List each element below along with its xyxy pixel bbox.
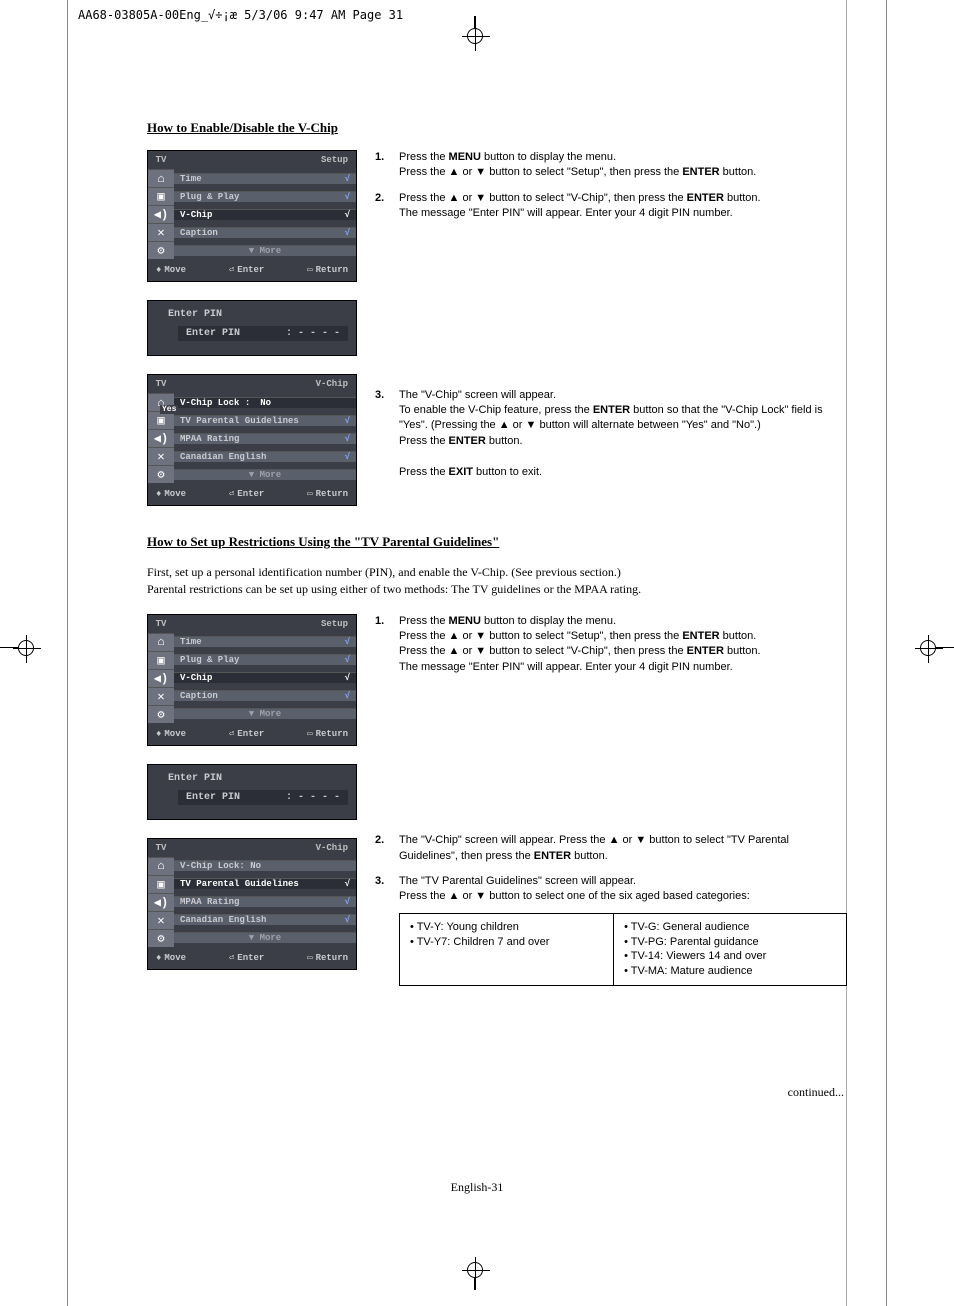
osd-icon: ▣: [148, 651, 174, 669]
osd-icon: ⚙: [148, 929, 174, 947]
osd-item-mpaa: MPAA Rating√: [174, 433, 356, 444]
osd-icon: ⚙: [148, 465, 174, 483]
osd-item-plugplay: Plug & Play√: [174, 191, 356, 202]
step-1: 1. Press the MENU button to display the …: [375, 614, 847, 676]
osd-item-vchip-lock: V-Chip Lock :NoYes: [174, 397, 356, 408]
rating-tvma: • TV-MA: Mature audience: [624, 964, 836, 979]
osd-item-vchip-lock: V-Chip Lock: No: [174, 860, 356, 871]
osd-title: Setup: [174, 619, 356, 629]
print-header: AA68-03805A-00Eng_√÷¡æ 5/3/06 9:47 AM Pa…: [78, 8, 403, 22]
step-3: 3. The "TV Parental Guidelines" screen w…: [375, 874, 847, 986]
osd-more: ▼ More: [174, 245, 356, 256]
osd-item-vchip: V-Chip√: [174, 672, 356, 683]
rating-tvpg: • TV-PG: Parental guidance: [624, 935, 836, 950]
osd-item-vchip: V-Chip√: [174, 209, 356, 220]
osd-setup-menu: TV Setup ⌂Time√ ▣Plug & Play√ ◀)V-Chip√ …: [147, 150, 357, 282]
registration-mark: [18, 640, 34, 656]
osd-title: V-Chip: [174, 379, 356, 389]
step-2: 2. Press the ▲ or ▼ button to select "V-…: [375, 191, 847, 222]
osd-more: ▼ More: [174, 469, 356, 480]
osd-icon: ⚙: [148, 705, 174, 723]
osd-footer: ♦ Move ⏎ Enter ▭ Return: [148, 947, 356, 969]
osd-sidebar-label: TV: [148, 619, 174, 629]
continued-label: continued...: [788, 1085, 844, 1100]
osd-icon: ✕: [148, 911, 174, 929]
osd-footer: ♦ Move ⏎ Enter ▭ Return: [148, 723, 356, 745]
osd-sidebar-label: TV: [148, 843, 174, 853]
osd-vchip-menu: TV V-Chip ⌂V-Chip Lock :NoYes ▣TV Parent…: [147, 374, 357, 506]
registration-mark: [467, 1262, 483, 1278]
osd-item-time: Time√: [174, 173, 356, 184]
pin-field: Enter PIN : - - - -: [178, 326, 348, 341]
osd-icon: ⌂: [148, 169, 174, 187]
pin-title: Enter PIN: [168, 773, 344, 784]
section-heading: How to Set up Restrictions Using the "TV…: [147, 534, 847, 550]
margin-line: [886, 0, 887, 1306]
osd-title: V-Chip: [174, 843, 356, 853]
pin-title: Enter PIN: [168, 309, 344, 320]
rating-tv14: • TV-14: Viewers 14 and over: [624, 949, 836, 964]
osd-alt-value: Yes: [160, 405, 178, 414]
osd-icon: ◀): [148, 205, 174, 223]
registration-mark: [467, 28, 483, 44]
osd-icon: ✕: [148, 447, 174, 465]
osd-icon: ▣: [148, 187, 174, 205]
osd-item-caption: Caption√: [174, 227, 356, 238]
osd-item-can-eng: Canadian English√: [174, 451, 356, 462]
rating-tvg: • TV-G: General audience: [624, 920, 836, 935]
osd-more: ▼ More: [174, 932, 356, 943]
osd-icon: ◀): [148, 669, 174, 687]
pin-field: Enter PIN : - - - -: [178, 790, 348, 805]
step-3: 3. The "V-Chip" screen will appear. To e…: [375, 388, 847, 480]
osd-icon: ◀): [148, 893, 174, 911]
section-heading: How to Enable/Disable the V-Chip: [147, 120, 847, 136]
osd-pin-panel: Enter PIN Enter PIN : - - - -: [147, 764, 357, 820]
intro-text: First, set up a personal identification …: [147, 564, 847, 598]
margin-line: [67, 0, 68, 1306]
osd-footer: ♦ Move ⏎ Enter ▭ Return: [148, 483, 356, 505]
osd-icon: ⌂: [148, 857, 174, 875]
osd-setup-menu: TV Setup ⌂Time√ ▣Plug & Play√ ◀)V-Chip√ …: [147, 614, 357, 746]
osd-more: ▼ More: [174, 708, 356, 719]
rating-tvy: • TV-Y: Young children: [410, 920, 603, 935]
osd-icon: ✕: [148, 687, 174, 705]
osd-sidebar-label: TV: [148, 379, 174, 389]
osd-icon: ◀): [148, 429, 174, 447]
osd-item-tvpg: TV Parental Guidelines√: [174, 415, 356, 426]
osd-icon: ▣: [148, 875, 174, 893]
osd-item-plugplay: Plug & Play√: [174, 654, 356, 665]
osd-item-caption: Caption√: [174, 690, 356, 701]
osd-vchip-menu: TV V-Chip ⌂V-Chip Lock: No ▣TV Parental …: [147, 838, 357, 970]
osd-icon: ✕: [148, 223, 174, 241]
page-number: English-31: [0, 1180, 954, 1195]
osd-item-can-eng: Canadian English√: [174, 914, 356, 925]
osd-item-tvpg: TV Parental Guidelines√: [174, 878, 356, 889]
osd-item-time: Time√: [174, 636, 356, 647]
step-2: 2. The "V-Chip" screen will appear. Pres…: [375, 833, 847, 864]
ratings-table: • TV-Y: Young children • TV-Y7: Children…: [399, 913, 847, 986]
osd-pin-panel: Enter PIN Enter PIN : - - - -: [147, 300, 357, 356]
osd-footer: ♦ Move ⏎ Enter ▭ Return: [148, 259, 356, 281]
osd-icon: ⌂: [148, 633, 174, 651]
osd-icon: ⚙: [148, 241, 174, 259]
osd-item-mpaa: MPAA Rating√: [174, 896, 356, 907]
rating-tvy7: • TV-Y7: Children 7 and over: [410, 935, 603, 950]
osd-sidebar-label: TV: [148, 155, 174, 165]
registration-mark: [920, 640, 936, 656]
step-1: 1. Press the MENU button to display the …: [375, 150, 847, 181]
osd-title: Setup: [174, 155, 356, 165]
